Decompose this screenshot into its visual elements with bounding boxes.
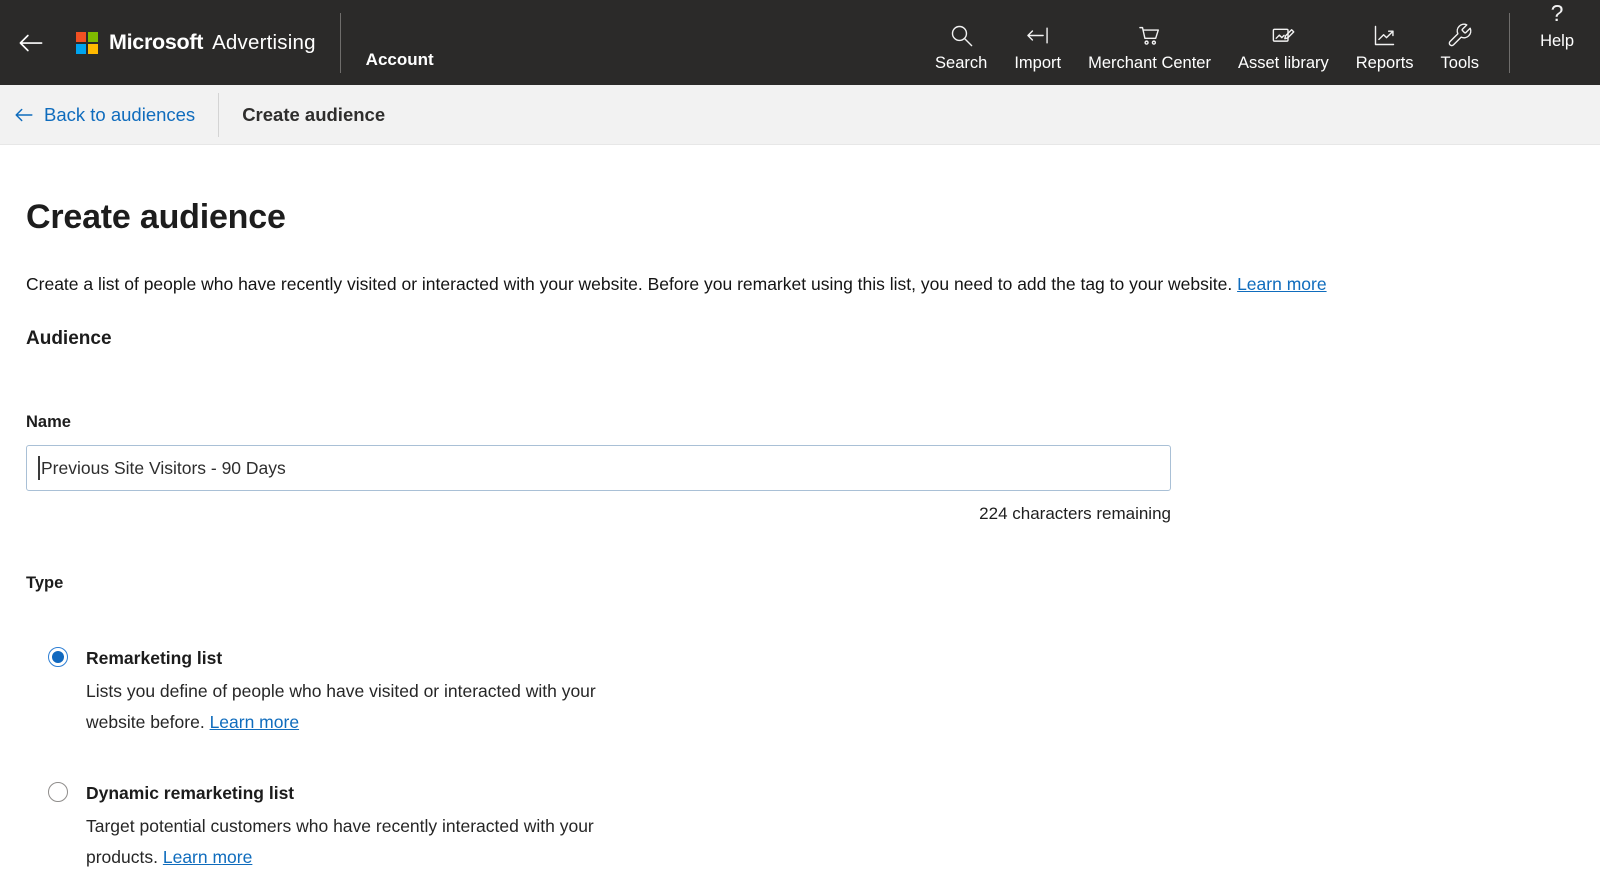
back-link-label: Back to audiences (44, 103, 196, 125)
nav-label: Tools (1440, 54, 1480, 72)
option-body: Dynamic remarketing list Target potentia… (86, 781, 634, 872)
nav-item-asset-library[interactable]: Asset library (1238, 22, 1329, 73)
back-to-audiences-link[interactable]: Back to audiences (13, 104, 195, 126)
option-dynamic-remarketing-list: Dynamic remarketing list Target potentia… (48, 781, 1574, 872)
type-field-label: Type (26, 574, 64, 592)
top-navigation-bar: Microsoft Advertising Account Search Imp… (0, 0, 1600, 85)
header-divider (339, 12, 341, 73)
help-question-icon: ? (1550, 0, 1564, 26)
option-description: Target potential customers who have rece… (86, 811, 634, 872)
option-remarketing-list: Remarketing list Lists you define of peo… (48, 646, 1574, 737)
merchant-center-cart-icon (1139, 26, 1159, 45)
nav-item-reports[interactable]: Reports (1356, 22, 1414, 73)
intro-text: Create a list of people who have recentl… (26, 274, 1233, 294)
back-arrow-icon (19, 34, 43, 51)
header-divider (1509, 12, 1511, 73)
nav-label: Reports (1355, 54, 1414, 72)
audience-type-options: Remarketing list Lists you define of peo… (26, 646, 1574, 872)
name-input-wrapper (26, 445, 1171, 491)
global-back-button[interactable] (0, 0, 62, 85)
intro-paragraph: Create a list of people who have recentl… (26, 271, 1574, 297)
brand-logo[interactable]: Microsoft Advertising (76, 0, 316, 85)
option-label-remarketing-list[interactable]: Remarketing list (86, 646, 634, 670)
account-menu[interactable]: Account (366, 50, 434, 85)
page-title: Create audience (26, 198, 286, 236)
breadcrumb-divider (218, 92, 220, 137)
intro-learn-more-link[interactable]: Learn more (1237, 274, 1327, 294)
audience-name-input[interactable] (26, 445, 1171, 491)
characters-remaining-text: 224 characters remaining (979, 504, 1171, 523)
radio-selected-dot (52, 651, 64, 663)
remarketing-learn-more-link[interactable]: Learn more (210, 712, 300, 732)
option-description: Lists you define of people who have visi… (86, 676, 634, 737)
back-arrow-icon (15, 108, 33, 121)
name-field-label: Name (26, 413, 71, 431)
breadcrumb: Back to audiences Create audience (0, 85, 1600, 145)
option-body: Remarketing list Lists you define of peo… (86, 646, 634, 737)
main-content: Create audience Create a list of people … (0, 198, 1600, 872)
nav-label: Asset library (1237, 54, 1329, 72)
nav-label: Merchant Center (1088, 54, 1211, 72)
text-cursor (38, 456, 40, 480)
radio-remarketing-list[interactable] (48, 647, 68, 667)
reports-chart-icon (1374, 25, 1395, 46)
nav-item-merchant-center[interactable]: Merchant Center (1088, 22, 1211, 73)
tools-wrench-icon (1449, 23, 1472, 47)
nav-item-help[interactable]: ? Help (1540, 0, 1574, 85)
import-icon (1027, 27, 1048, 44)
microsoft-logo-icon (76, 31, 98, 54)
brand-name: Microsoft (109, 30, 204, 54)
audience-section-heading: Audience (26, 328, 112, 349)
search-icon (951, 25, 972, 47)
dynamic-remarketing-learn-more-link[interactable]: Learn more (163, 847, 253, 867)
nav-item-tools[interactable]: Tools (1440, 22, 1480, 73)
nav-label: Import (1014, 54, 1062, 72)
radio-dynamic-remarketing-list[interactable] (48, 782, 68, 802)
breadcrumb-current-page: Create audience (242, 103, 386, 125)
nav-item-import[interactable]: Import (1014, 22, 1061, 73)
nav-item-search[interactable]: Search (935, 22, 987, 73)
top-nav-menu: Search Import Merchant Center Asset libr… (908, 0, 1479, 85)
option-description-text: Lists you define of people who have visi… (86, 681, 596, 732)
nav-label: Search (935, 54, 988, 72)
brand-product: Advertising (212, 30, 316, 54)
option-label-dynamic-remarketing-list[interactable]: Dynamic remarketing list (86, 781, 634, 805)
asset-library-icon (1272, 28, 1295, 42)
nav-label: Help (1540, 32, 1574, 50)
